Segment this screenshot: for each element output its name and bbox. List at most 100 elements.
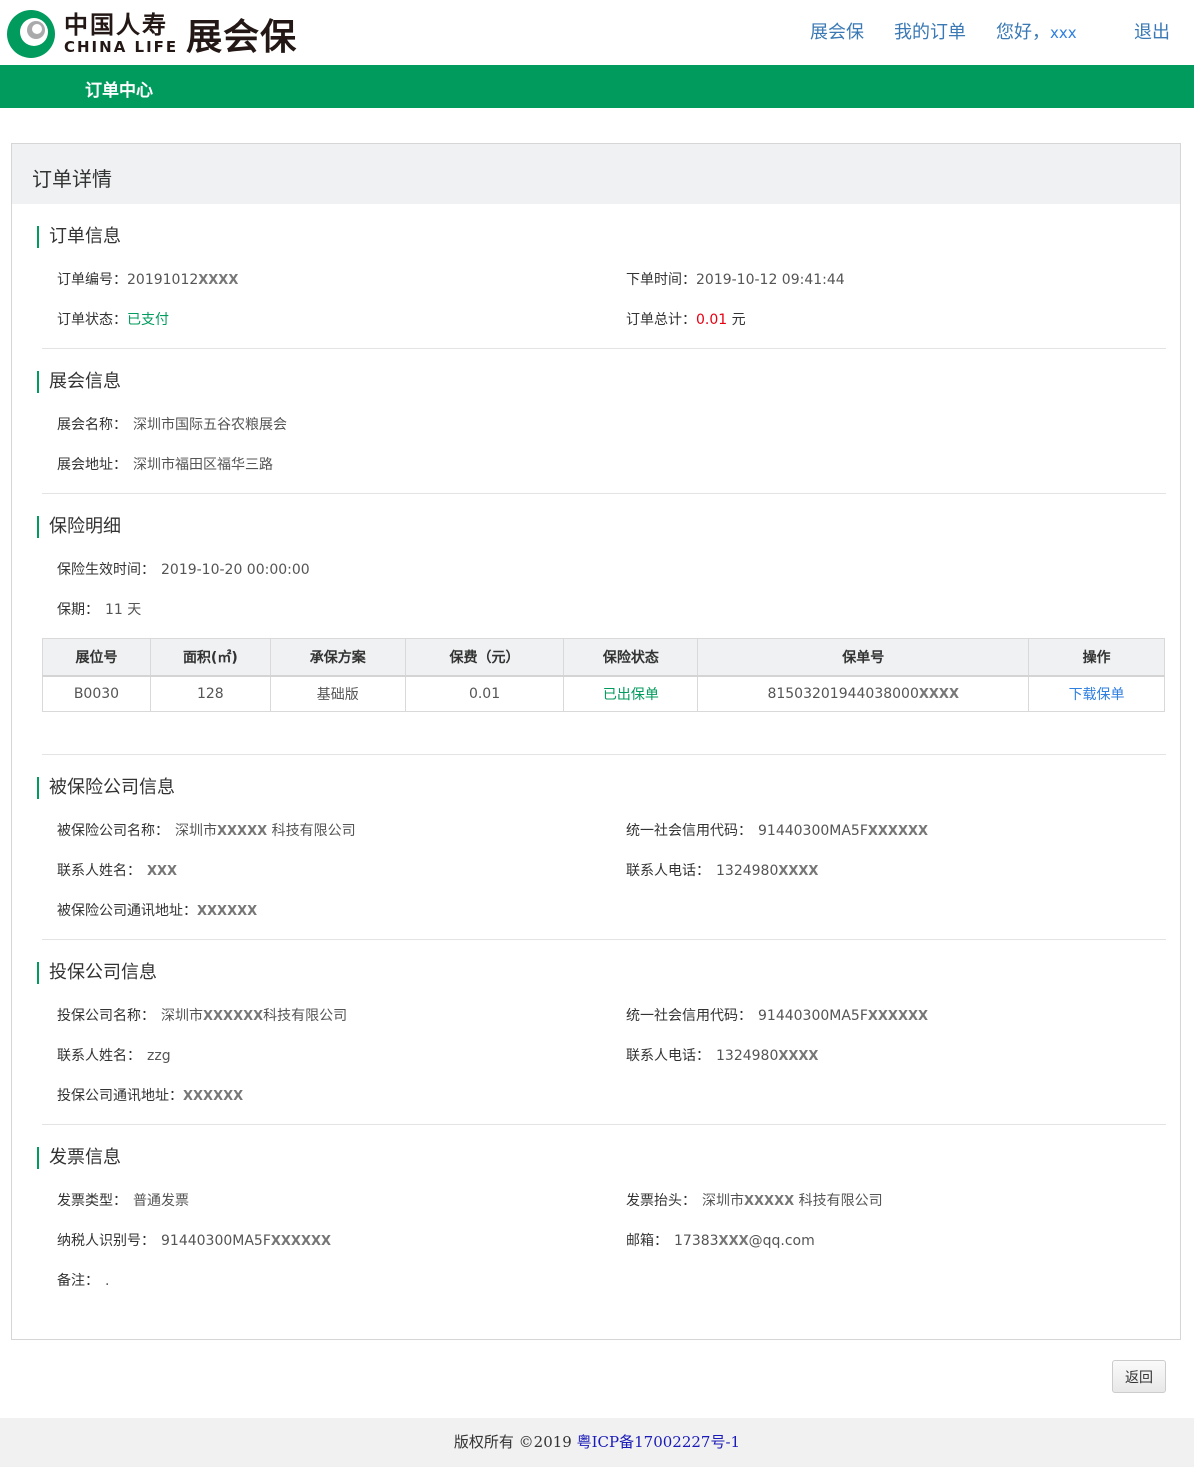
expo-address-value: 深圳市福田区福华三路 — [133, 457, 273, 473]
insured-name-mask: XXXXX — [217, 824, 268, 839]
effective-time-value: 2019-10-20 00:00:00 — [161, 562, 310, 578]
insured-phone-value: 1324980 — [716, 863, 779, 879]
invoice-header-prefix: 深圳市 — [702, 1193, 744, 1209]
icp-link[interactable]: 粤ICP备17002227号-1 — [577, 1433, 740, 1451]
nav-expo-insurance-link[interactable]: 展会保 — [810, 22, 864, 43]
china-life-logo[interactable]: 中国人寿 CHINA LIFE 展会保 — [6, 8, 297, 60]
order-center-title[interactable]: 订单中心 — [85, 76, 153, 101]
holder-phone-mask: XXXX — [778, 1049, 819, 1064]
remark-field: 备注：. — [57, 1270, 109, 1290]
nav-logout[interactable]: 退出 — [1134, 18, 1170, 44]
divider — [42, 754, 1166, 755]
period-label: 保期： — [57, 602, 99, 618]
nav-my-orders-link[interactable]: 我的订单 — [894, 22, 966, 43]
holder-name-mask: XXXXXX — [203, 1009, 264, 1024]
section-invoice-title: 发票信息 — [37, 1147, 121, 1169]
holder-phone-field: 联系人电话： 1324980XXXX — [626, 1045, 818, 1065]
table-header-row: 展位号 面积(㎡) 承保方案 保费（元） 保险状态 保单号 操作 — [42, 638, 1165, 677]
download-policy-link[interactable]: 下载保单 — [1069, 687, 1125, 703]
insured-name-field: 被保险公司名称： 深圳市XXXXX 科技有限公司 — [57, 820, 356, 840]
order-number-value: 20191012 — [127, 272, 199, 288]
section-policyholder-title: 投保公司信息 — [37, 962, 157, 984]
col-booth: 展位号 — [42, 638, 151, 677]
holder-address-field: 投保公司通讯地址：XXXXXX — [57, 1085, 243, 1105]
footer: 版权所有 ©2019 粤ICP备17002227号-1 — [0, 1418, 1194, 1467]
divider — [42, 1124, 1166, 1125]
order-status-label: 订单状态： — [57, 312, 127, 328]
order-total-field: 订单总计：0.01 元 — [626, 309, 746, 329]
insured-credit-value: 91440300MA5F — [758, 823, 868, 839]
insured-phone-mask: XXXX — [778, 864, 819, 879]
holder-contact-value: zzg — [147, 1048, 171, 1064]
email-label: 邮箱： — [626, 1233, 668, 1249]
effective-time-label: 保险生效时间： — [57, 562, 155, 578]
cell-area: 128 — [149, 675, 271, 712]
insured-phone-label: 联系人电话： — [626, 863, 710, 879]
nav-expo-insurance[interactable]: 展会保 — [810, 18, 864, 44]
expo-name-value: 深圳市国际五谷农粮展会 — [133, 417, 287, 433]
holder-name-suffix: 科技有限公司 — [263, 1008, 348, 1024]
order-time-field: 下单时间：2019-10-12 09:41:44 — [626, 269, 845, 289]
table-row: B0030 128 基础版 0.01 已出保单 8150320194403800… — [42, 675, 1165, 712]
expo-address-field: 展会地址： 深圳市福田区福华三路 — [57, 454, 273, 474]
col-action: 操作 — [1028, 638, 1165, 677]
insured-name-label: 被保险公司名称： — [57, 823, 169, 839]
holder-credit-mask: XXXXXX — [867, 1009, 929, 1024]
divider — [42, 939, 1166, 940]
logo-cn-text: 中国人寿 — [64, 10, 168, 39]
greeting-text: 您好， — [996, 22, 1050, 43]
effective-time-field: 保险生效时间： 2019-10-20 00:00:00 — [57, 559, 310, 579]
cell-booth: B0030 — [42, 675, 151, 712]
section-insured-company-title: 被保险公司信息 — [37, 777, 175, 799]
insurance-table: 展位号 面积(㎡) 承保方案 保费（元） 保险状态 保单号 操作 B0030 1… — [42, 638, 1165, 712]
invoice-header-suffix: 科技有限公司 — [798, 1193, 883, 1209]
holder-contact-field: 联系人姓名： zzg — [57, 1045, 171, 1065]
insured-name-prefix: 深圳市 — [175, 823, 217, 839]
logout-link[interactable]: 退出 — [1134, 22, 1170, 43]
cell-status: 已出保单 — [563, 675, 699, 712]
cell-plan: 基础版 — [269, 675, 406, 712]
invoice-header-label: 发票抬头： — [626, 1193, 696, 1209]
back-button[interactable]: 返回 — [1112, 1360, 1166, 1393]
cell-action: 下载保单 — [1028, 675, 1165, 712]
col-area: 面积(㎡) — [149, 638, 271, 677]
col-plan: 承保方案 — [269, 638, 406, 677]
username[interactable]: xxx — [1050, 24, 1077, 42]
tax-id-mask: XXXXXX — [270, 1234, 332, 1249]
logo-en-text: CHINA LIFE — [64, 38, 179, 56]
order-detail-panel: 订单详情 订单信息 订单编号：20191012XXXX 下单时间：2019-10… — [11, 143, 1181, 1340]
order-total-value: 0.01 — [696, 312, 728, 328]
expo-name-field: 展会名称： 深圳市国际五谷农粮展会 — [57, 414, 287, 434]
order-number-mask: XXXX — [198, 273, 239, 288]
expo-address-label: 展会地址： — [57, 457, 127, 473]
section-insurance-title: 保险明细 — [37, 516, 121, 538]
divider — [42, 493, 1166, 494]
holder-phone-label: 联系人电话： — [626, 1048, 710, 1064]
invoice-type-value: 普通发票 — [133, 1193, 189, 1209]
nav-my-orders[interactable]: 我的订单 — [894, 18, 966, 44]
holder-name-label: 投保公司名称： — [57, 1008, 155, 1024]
remark-value: . — [105, 1273, 110, 1289]
order-total-unit: 元 — [731, 312, 746, 328]
tax-id-value: 91440300MA5F — [161, 1233, 271, 1249]
email-field: 邮箱： 17383XXX@qq.com — [626, 1230, 815, 1250]
holder-name-prefix: 深圳市 — [161, 1008, 203, 1024]
insured-credit-label: 统一社会信用代码： — [626, 823, 752, 839]
order-number-field: 订单编号：20191012XXXX — [57, 269, 238, 289]
holder-address-label: 投保公司通讯地址： — [57, 1088, 183, 1104]
col-status: 保险状态 — [563, 638, 699, 677]
holder-contact-label: 联系人姓名： — [57, 1048, 141, 1064]
sub-navbar: 订单中心 — [0, 65, 1194, 108]
insured-address-value: XXXXXX — [197, 904, 258, 919]
expo-name-label: 展会名称： — [57, 417, 127, 433]
email-suffix: @qq.com — [748, 1233, 815, 1249]
insured-contact-field: 联系人姓名： XXX — [57, 860, 177, 880]
tax-id-field: 纳税人识别号： 91440300MA5FXXXXXX — [57, 1230, 331, 1250]
invoice-type-label: 发票类型： — [57, 1193, 127, 1209]
divider — [42, 348, 1166, 349]
order-total-label: 订单总计： — [626, 312, 696, 328]
holder-credit-label: 统一社会信用代码： — [626, 1008, 752, 1024]
invoice-header-mask: XXXXX — [744, 1194, 795, 1209]
nav-user-greeting[interactable]: 您好，xxx — [996, 18, 1077, 44]
insured-name-suffix: 科技有限公司 — [271, 823, 356, 839]
